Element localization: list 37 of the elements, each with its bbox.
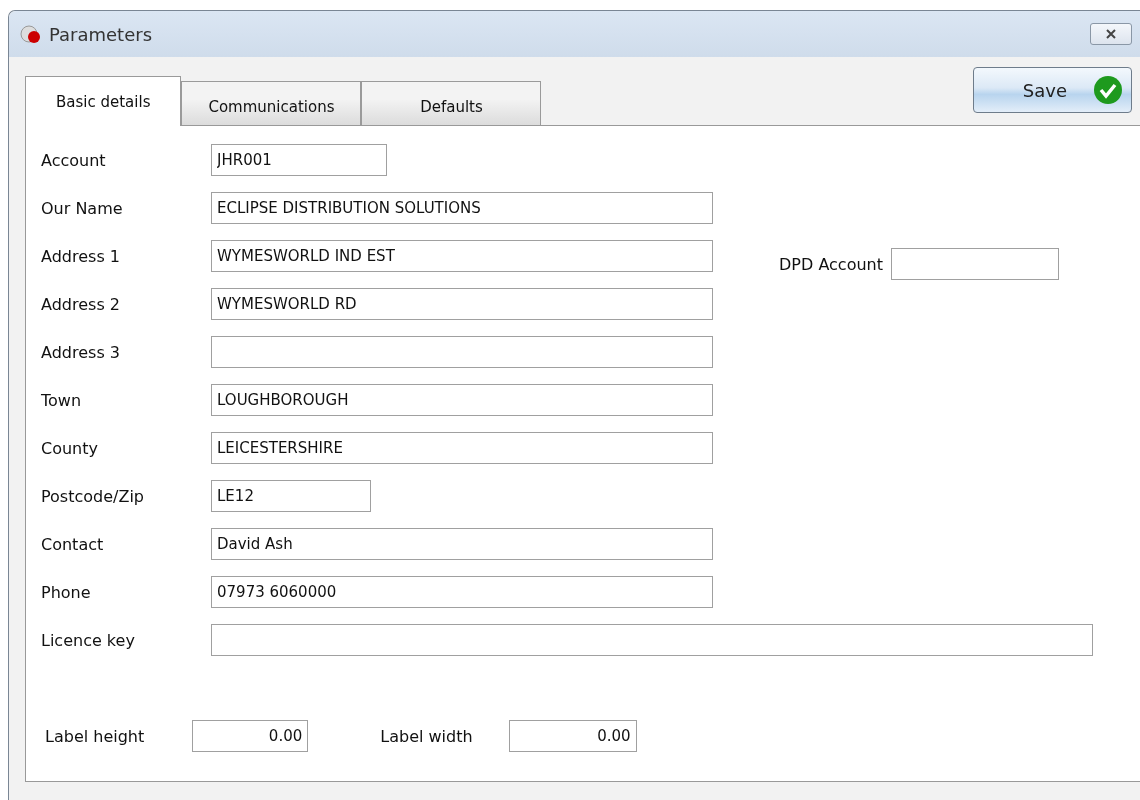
input-field[interactable]: JHR001 xyxy=(211,144,387,176)
input-field[interactable] xyxy=(211,624,1093,656)
input-field[interactable] xyxy=(211,336,713,368)
save-button[interactable]: Save xyxy=(973,67,1132,113)
field-label: Address 1 xyxy=(41,246,121,266)
field-label: Town xyxy=(41,390,83,410)
field-label: County xyxy=(41,438,99,458)
field-label: Licence key xyxy=(41,630,136,650)
input-field[interactable]: LOUGHBOROUGH xyxy=(211,384,713,416)
check-icon xyxy=(1093,75,1123,105)
input-field[interactable]: LEICESTERSHIRE xyxy=(211,432,713,464)
close-icon xyxy=(1105,28,1117,40)
field-label: Postcode/Zip xyxy=(41,486,145,506)
app-icon xyxy=(19,24,43,44)
close-button[interactable] xyxy=(1090,23,1132,45)
field-label: Account xyxy=(41,150,107,170)
field-label: Phone xyxy=(41,582,92,602)
window-title: Parameters xyxy=(49,23,153,45)
tab[interactable]: Communications xyxy=(181,81,362,125)
input-field[interactable]: 0.00 xyxy=(508,720,637,752)
field-label: Label height xyxy=(45,726,145,746)
field-label: Address 2 xyxy=(41,294,121,314)
tab[interactable]: Defaults xyxy=(361,81,542,125)
input-field[interactable]: 07973 6060000 xyxy=(211,576,713,608)
field-label: Label width xyxy=(380,726,473,746)
field-label: Address 3 xyxy=(41,342,121,362)
input-field[interactable]: WYMESWORLD RD xyxy=(211,288,713,320)
tab[interactable]: Basic details xyxy=(25,76,182,126)
input-field[interactable] xyxy=(891,248,1059,280)
input-field[interactable]: LE12 xyxy=(211,480,371,512)
field-label: Our Name xyxy=(41,198,124,218)
field-label: Contact xyxy=(41,534,105,554)
field-label: DPD Account xyxy=(779,254,883,274)
input-field[interactable]: ECLIPSE DISTRIBUTION SOLUTIONS xyxy=(211,192,713,224)
input-field[interactable]: David Ash xyxy=(211,528,713,560)
input-field[interactable]: 0.00 xyxy=(192,720,309,752)
input-field[interactable]: WYMESWORLD IND EST xyxy=(211,240,713,272)
